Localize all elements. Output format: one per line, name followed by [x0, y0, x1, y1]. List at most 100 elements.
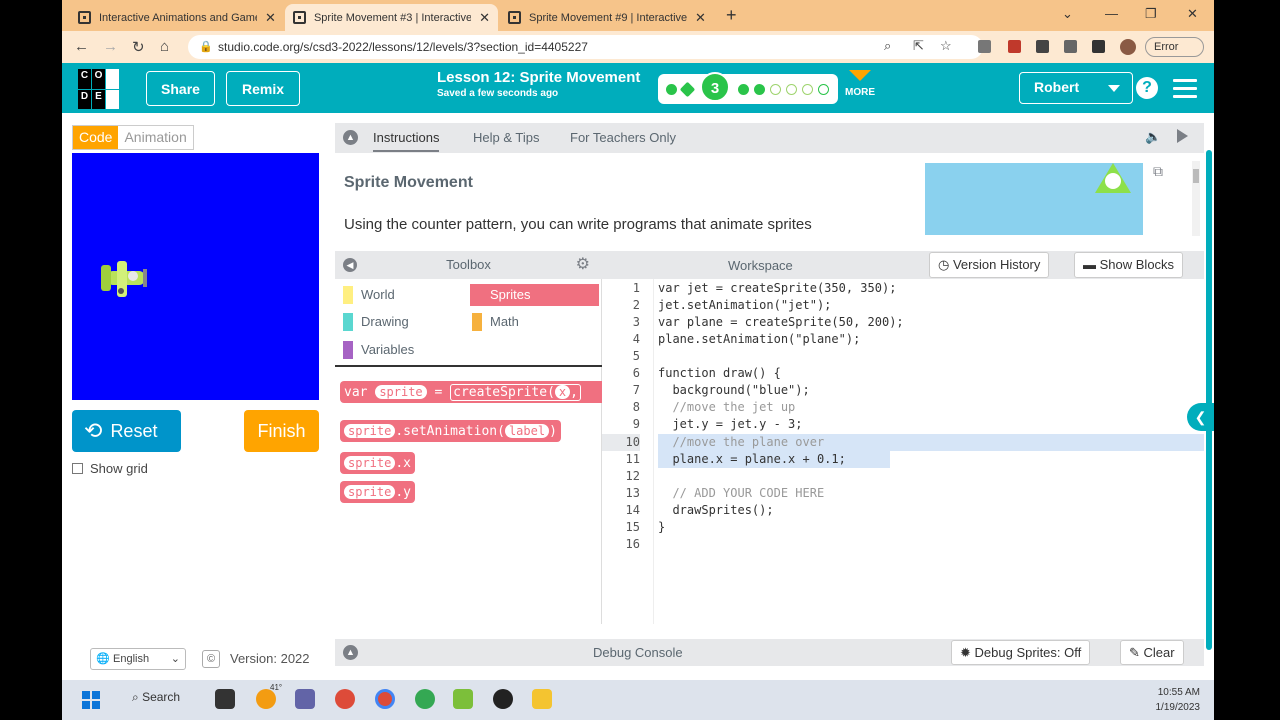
code-line-comment[interactable]: //move the jet up	[658, 399, 795, 416]
level-diamond[interactable]	[679, 81, 696, 98]
teams-icon[interactable]	[295, 689, 315, 709]
share-button[interactable]: Share	[146, 71, 215, 106]
code-line[interactable]: function draw() {	[658, 365, 781, 382]
code-line[interactable]: var plane = createSprite(50, 200);	[658, 314, 904, 331]
play-icon[interactable]	[1177, 129, 1188, 143]
category-drawing[interactable]: Drawing	[339, 311, 463, 333]
window-close-icon[interactable]: ✕	[1187, 6, 1198, 22]
category-variables[interactable]: Variables	[339, 339, 463, 361]
version-history-button[interactable]: ◷ Version History	[929, 252, 1050, 278]
level-dot[interactable]	[770, 84, 781, 95]
app-icon[interactable]	[453, 689, 473, 709]
task-view-icon[interactable]	[215, 689, 235, 709]
taskbar-search[interactable]: ⌕ Search	[132, 690, 180, 705]
extension-icon[interactable]	[1008, 40, 1021, 53]
new-tab-icon[interactable]: +	[726, 5, 737, 26]
show-grid-checkbox[interactable]	[72, 463, 83, 474]
block-slot[interactable]: x	[554, 385, 571, 399]
code-line[interactable]: background("blue");	[658, 382, 809, 399]
tab-search-chevron-icon[interactable]: ⌄	[1062, 6, 1073, 22]
extension-icon[interactable]	[978, 40, 991, 53]
copyright-icon[interactable]: ©	[202, 650, 220, 668]
hamburger-menu-icon[interactable]	[1173, 79, 1197, 103]
weather-icon[interactable]: 41°	[256, 683, 282, 709]
code-line[interactable]: var jet = createSprite(350, 350);	[658, 280, 896, 297]
game-stage[interactable]	[72, 153, 319, 400]
show-blocks-button[interactable]: ▬ Show Blocks	[1074, 252, 1184, 278]
code-line-comment[interactable]: //move the plane over	[658, 434, 824, 451]
level-dot[interactable]	[802, 84, 813, 95]
chevron-left-icon[interactable]: ❮	[1187, 403, 1214, 431]
back-icon[interactable]: ←	[74, 38, 89, 55]
tab-for-teachers[interactable]: For Teachers Only	[570, 130, 676, 145]
block-slot[interactable]: sprite	[344, 485, 396, 499]
puzzle-icon[interactable]	[1036, 40, 1049, 53]
forward-icon[interactable]: →	[103, 38, 118, 55]
debug-sprites-button[interactable]: ✹ Debug Sprites: Off	[951, 640, 1091, 665]
browser-tab-1[interactable]: Interactive Animations and Game ✕	[70, 4, 284, 31]
language-select[interactable]: 🌐 English ⌄	[90, 648, 186, 670]
block-slot[interactable]: sprite	[344, 456, 396, 470]
code-line[interactable]: }	[658, 519, 665, 536]
error-button[interactable]: Error	[1145, 37, 1204, 57]
reload-icon[interactable]: ↻	[132, 38, 145, 56]
close-icon[interactable]: ✕	[265, 10, 276, 26]
user-menu-button[interactable]: Robert	[1019, 72, 1133, 104]
level-dot[interactable]	[818, 84, 829, 95]
back-icon[interactable]: ◀	[343, 258, 357, 272]
instructions-scrollbar[interactable]	[1192, 161, 1200, 236]
page-scrollbar[interactable]	[1205, 150, 1214, 650]
block-slot[interactable]: label	[504, 424, 550, 438]
chrome-icon[interactable]	[335, 689, 355, 709]
share-page-icon[interactable]: ⇱	[913, 38, 924, 54]
current-level[interactable]: 3	[700, 72, 730, 102]
windows-start-icon[interactable]	[82, 691, 100, 709]
block-create-sprite[interactable]: var sprite = createSprite(x,	[340, 381, 602, 403]
more-levels-button[interactable]: MORE	[845, 70, 875, 98]
level-dot[interactable]	[754, 84, 765, 95]
code-line[interactable]: plane.setAnimation("plane");	[658, 331, 860, 348]
gear-icon[interactable]: ⚙	[576, 251, 590, 279]
profile-avatar[interactable]	[1120, 39, 1136, 55]
chrome-icon[interactable]	[375, 689, 395, 709]
close-icon[interactable]: ✕	[479, 10, 490, 26]
expand-icon[interactable]: ▲	[343, 645, 358, 660]
block-sprite-y[interactable]: sprite .y	[340, 481, 416, 503]
tab-instructions[interactable]: Instructions	[373, 130, 440, 152]
immersive-reader-icon[interactable]: ⧉	[1153, 163, 1163, 180]
block-slot[interactable]: sprite	[375, 385, 427, 399]
speaker-icon[interactable]: 🔈	[1145, 129, 1161, 145]
code-editor[interactable]: 1 2 3 4 5 6 7 8 9 10 11 12 13 14 15 16 v…	[602, 279, 1204, 624]
taskbar-clock[interactable]: 10:55 AM 1/19/2023	[1156, 685, 1201, 715]
code-line[interactable]: drawSprites();	[658, 502, 773, 519]
tab-animation[interactable]: Animation	[118, 126, 192, 149]
category-world[interactable]: World	[339, 284, 463, 306]
category-math[interactable]: Math	[468, 311, 592, 333]
instructions-image[interactable]	[925, 163, 1143, 235]
line-number-gutter[interactable]: 1 2 3 4 5 6 7 8 9 10 11 12 13 14 15 16	[602, 279, 654, 624]
browser-tab-2[interactable]: Sprite Movement #3 | Interactive ✕	[285, 4, 498, 31]
media-icon[interactable]	[1064, 40, 1077, 53]
code-line[interactable]: jet.y = jet.y - 3;	[658, 416, 802, 433]
code-org-logo[interactable]: C O D E	[78, 69, 120, 109]
file-explorer-icon[interactable]	[532, 689, 552, 709]
url-field[interactable]: 🔒 studio.code.org/s/csd3-2022/lessons/12…	[188, 35, 983, 59]
show-grid-toggle[interactable]: Show grid	[72, 461, 148, 476]
reset-button[interactable]: ⟲ Reset	[72, 410, 181, 452]
block-slot[interactable]: sprite	[344, 424, 396, 438]
block-set-animation[interactable]: sprite .setAnimation(label)	[340, 420, 561, 442]
restore-icon[interactable]: ❐	[1145, 6, 1157, 22]
collapse-icon[interactable]: ▲	[343, 130, 358, 145]
code-line[interactable]: jet.setAnimation("jet");	[658, 297, 831, 314]
level-dot[interactable]	[738, 84, 749, 95]
finish-button[interactable]: Finish	[244, 410, 319, 452]
close-icon[interactable]: ✕	[695, 10, 706, 26]
app-icon[interactable]	[493, 689, 513, 709]
code-line-comment[interactable]: // ADD YOUR CODE HERE	[658, 485, 824, 502]
tab-help-tips[interactable]: Help & Tips	[473, 130, 539, 145]
chrome-icon[interactable]	[415, 689, 435, 709]
lesson-title[interactable]: Lesson 12: Sprite Movement	[437, 69, 640, 86]
tab-code[interactable]: Code	[73, 126, 119, 149]
sidepanel-icon[interactable]	[1092, 40, 1105, 53]
category-sprites[interactable]: Sprites	[470, 284, 599, 306]
